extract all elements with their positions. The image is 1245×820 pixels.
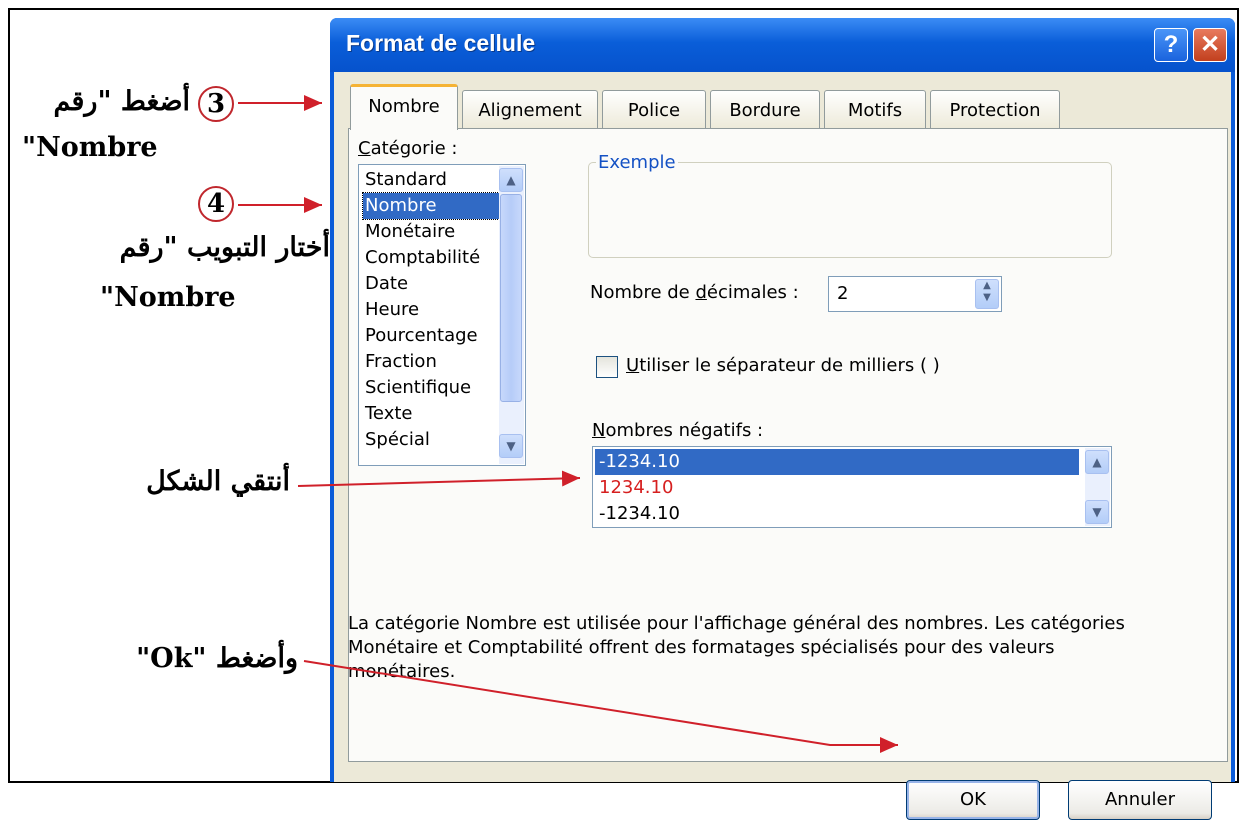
annotation-arrows — [238, 95, 898, 753]
arrow-pick-format — [297, 470, 581, 487]
arrow-press-ok — [303, 660, 898, 753]
tab-nombre[interactable]: Nombre — [350, 84, 458, 130]
